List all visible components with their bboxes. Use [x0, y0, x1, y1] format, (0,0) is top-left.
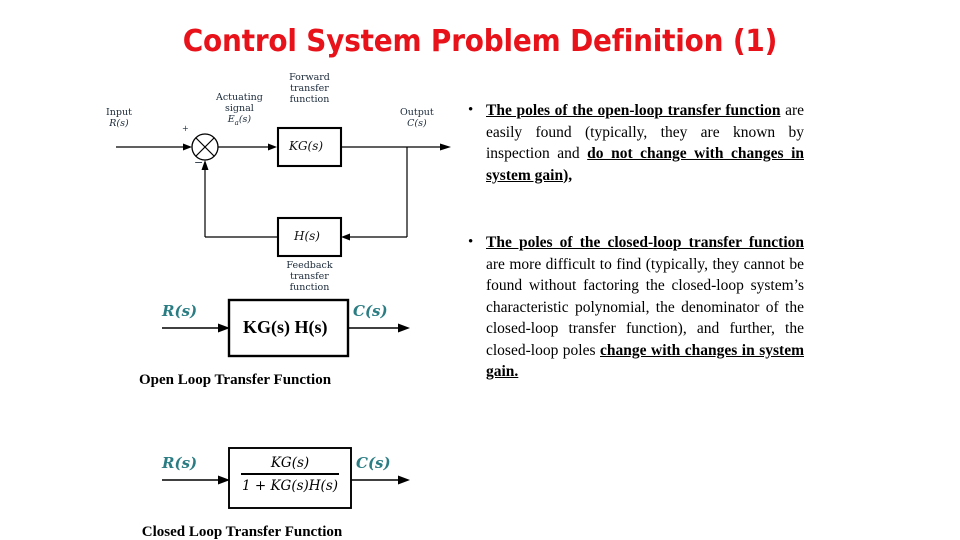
- list-item: • The poles of the closed-loop transfer …: [462, 232, 804, 383]
- open-loop-box-label: KG(s) H(s): [243, 317, 328, 337]
- forward-block-label: KG(s): [289, 139, 324, 153]
- bullet-emphasis: The poles of the open-loop transfer func…: [486, 102, 781, 119]
- forward-line3: function: [289, 94, 330, 105]
- feedback-control-block-diagram: Input R(s) + − Actuating signal Ea(s) Fo…: [106, 72, 460, 295]
- feedback-line1: Feedback: [286, 260, 333, 271]
- open-loop-output-label: C(s): [353, 302, 388, 320]
- actuating-symbol: E: [227, 114, 235, 125]
- page-title: Control System Problem Definition (1): [182, 24, 778, 59]
- forward-line1: Forward: [289, 72, 330, 83]
- bullet-marker: •: [468, 102, 474, 118]
- closed-loop-input-label: R(s): [162, 454, 198, 472]
- summing-plus-sign: +: [182, 124, 189, 133]
- bullet-list: • The poles of the open-loop transfer fu…: [462, 100, 804, 429]
- block-diagram-input-label: Input R(s): [106, 107, 132, 129]
- closed-loop-caption: Closed Loop Transfer Function: [141, 524, 343, 540]
- closed-loop-numerator: KG(s): [270, 455, 310, 471]
- summing-minus-sign: −: [194, 156, 204, 169]
- figures-column: Input R(s) + − Actuating signal Ea(s) Fo…: [0, 70, 460, 540]
- bullet-marker: •: [468, 234, 474, 250]
- bullet-emphasis: The poles of the closed-loop transfer fu…: [486, 234, 804, 251]
- feedback-block-label: H(s): [294, 229, 320, 243]
- actuating-signal-label: Actuating signal Ea(s): [216, 92, 263, 129]
- output-signal-text: C(s): [407, 118, 427, 129]
- actuating-line1: Actuating: [216, 92, 263, 103]
- closed-loop-fraction: KG(s) 1 + KG(s)H(s): [239, 455, 341, 494]
- block-diagram-output-label: Output C(s): [400, 107, 434, 129]
- closed-loop-transfer-function-figure: R(s) KG(s) 1 + KG(s)H(s) C(s) Closed Loo…: [110, 438, 460, 540]
- actuating-symbol-tail: (s): [238, 114, 252, 125]
- list-item: • The poles of the open-loop transfer fu…: [462, 100, 804, 186]
- input-signal-text: R(s): [109, 118, 129, 129]
- actuating-line2: signal: [225, 103, 254, 114]
- input-text: Input: [106, 107, 132, 118]
- slide-canvas: Control System Problem Definition (1) In…: [0, 0, 960, 540]
- fraction-bar: [241, 473, 339, 475]
- open-loop-caption: Open Loop Transfer Function: [138, 372, 332, 388]
- closed-loop-output-label: C(s): [356, 454, 391, 472]
- forward-line2: transfer: [290, 83, 329, 94]
- closed-loop-denominator: 1 + KG(s)H(s): [241, 477, 339, 494]
- bullet-text: The poles of the closed-loop transfer fu…: [486, 234, 804, 380]
- feedback-line2: transfer: [290, 271, 329, 282]
- output-text: Output: [400, 107, 434, 118]
- open-loop-transfer-function-figure: R(s) KG(s) H(s) C(s) Open Loop Transfer …: [110, 290, 460, 405]
- bullet-text: The poles of the open-loop transfer func…: [486, 102, 804, 184]
- open-loop-input-label: R(s): [162, 302, 198, 320]
- forward-transfer-function-label: Forward transfer function: [273, 72, 346, 105]
- feedback-transfer-function-label: Feedback transfer function: [273, 260, 346, 293]
